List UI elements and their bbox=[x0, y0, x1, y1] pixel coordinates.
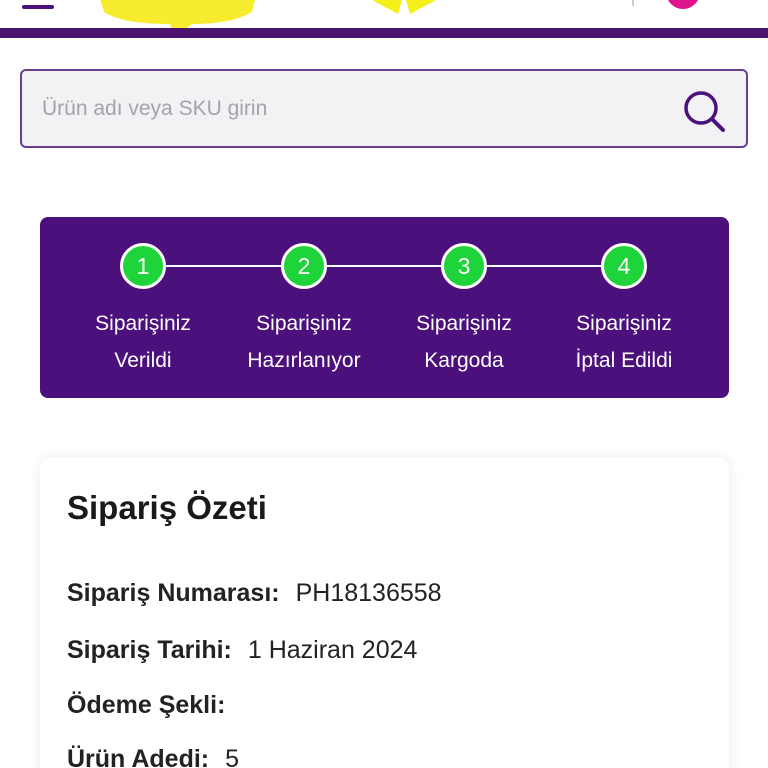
order-summary-card: Sipariş Özeti Sipariş Numarası: PH1813655… bbox=[40, 457, 729, 768]
search-input[interactable] bbox=[42, 91, 662, 127]
step-label-line1: Siparişiniz bbox=[256, 312, 352, 335]
step-label: Siparişiniz Verildi bbox=[63, 305, 223, 379]
step-label-line2: Verildi bbox=[114, 349, 172, 372]
step-label-line1: Siparişiniz bbox=[416, 312, 512, 335]
step-label: Siparişiniz Hazırlanıyor bbox=[224, 305, 384, 379]
step-number: 4 bbox=[601, 243, 647, 289]
step-label-line1: Siparişiniz bbox=[576, 312, 672, 335]
order-summary-title: Sipariş Özeti bbox=[67, 489, 267, 526]
item-count-row: Ürün Adedi: 5 bbox=[67, 745, 239, 768]
bow-icon bbox=[372, 0, 436, 16]
order-detail-page: gratis 1 Si bbox=[0, 0, 768, 768]
header-bar bbox=[0, 28, 768, 38]
step-label: Siparişiniz Kargoda bbox=[384, 305, 544, 379]
order-number-row: Sipariş Numarası: PH18136558 bbox=[67, 579, 442, 608]
step-label-line1: Siparişiniz bbox=[95, 312, 191, 335]
step-label-line2: İptal Edildi bbox=[575, 349, 673, 372]
search-icon[interactable] bbox=[682, 89, 726, 133]
step-order-placed: 1 Siparişiniz Verildi bbox=[63, 217, 223, 398]
search-box bbox=[20, 69, 748, 148]
order-number-value: PH18136558 bbox=[295, 579, 442, 607]
site-header: gratis bbox=[0, 0, 768, 38]
menu-icon[interactable] bbox=[22, 0, 54, 9]
step-label-line2: Hazırlanıyor bbox=[247, 349, 361, 372]
step-shipped: 3 Siparişiniz Kargoda bbox=[384, 217, 544, 398]
step-number: 1 bbox=[120, 243, 166, 289]
item-count-value: 5 bbox=[225, 745, 240, 768]
payment-method-label: Ödeme Şekli: bbox=[67, 691, 226, 719]
cart-icon[interactable] bbox=[666, 0, 700, 10]
order-date-label: Sipariş Tarihi: bbox=[67, 636, 232, 664]
step-number: 2 bbox=[281, 243, 327, 289]
step-label: Siparişiniz İptal Edildi bbox=[544, 305, 704, 379]
payment-method-row: Ödeme Şekli: bbox=[67, 691, 241, 720]
step-cancelled: 4 Siparişiniz İptal Edildi bbox=[544, 217, 704, 398]
step-number: 3 bbox=[441, 243, 487, 289]
header-divider bbox=[632, 0, 634, 6]
order-number-label: Sipariş Numarası: bbox=[67, 579, 280, 607]
step-preparing: 2 Siparişiniz Hazırlanıyor bbox=[224, 217, 384, 398]
item-count-label: Ürün Adedi: bbox=[67, 745, 210, 768]
step-label-line2: Kargoda bbox=[424, 349, 504, 372]
order-date-row: Sipariş Tarihi: 1 Haziran 2024 bbox=[67, 636, 417, 665]
order-status-stepper: 1 Siparişiniz Verildi 2 Siparişiniz Hazı… bbox=[40, 217, 729, 398]
order-date-value: 1 Haziran 2024 bbox=[247, 636, 418, 664]
